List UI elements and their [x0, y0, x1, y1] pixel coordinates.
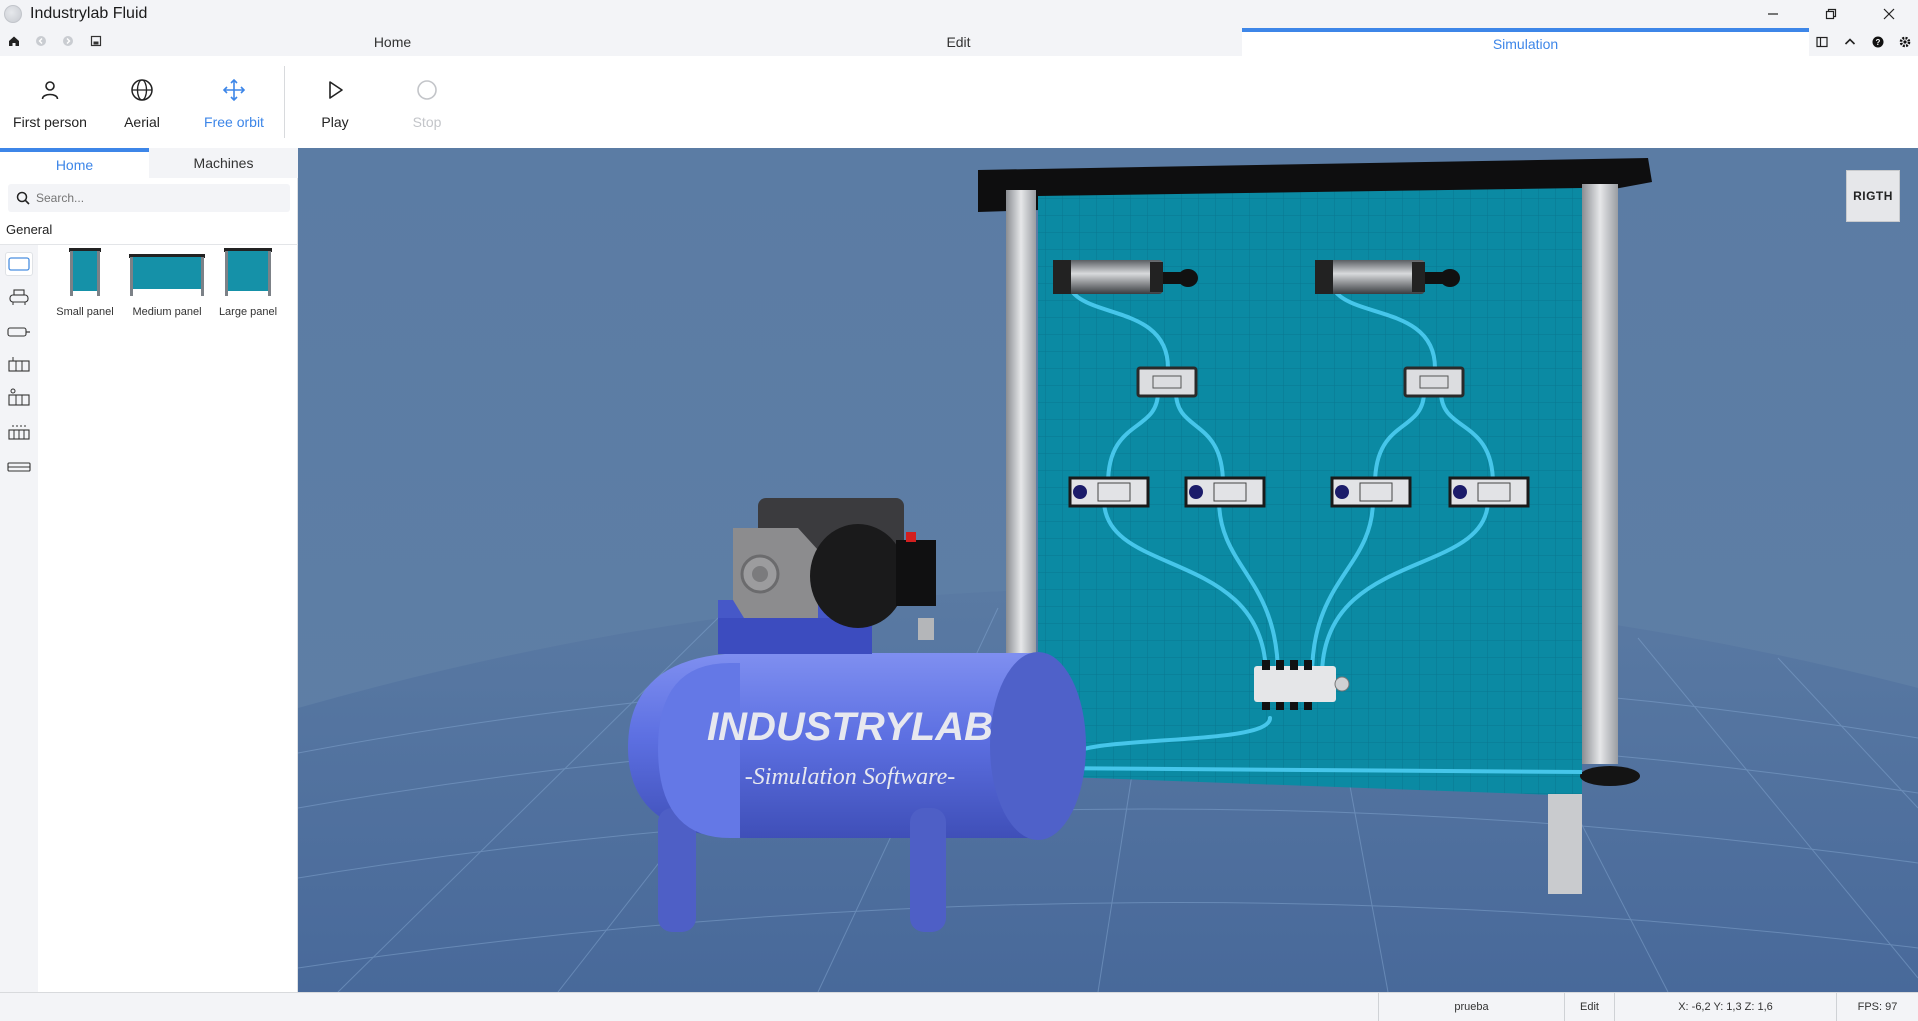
stop-button[interactable]: Stop	[387, 56, 467, 148]
settings-icon[interactable]	[1897, 34, 1913, 50]
project-name: prueba	[1378, 993, 1564, 1021]
category-rail	[0, 245, 38, 992]
shuttle-valve-left[interactable]	[1136, 366, 1198, 398]
search-icon	[16, 191, 30, 205]
help-icon[interactable]: ?	[1870, 34, 1886, 50]
ribbon: First person Aerial Free orbit Play Stop	[0, 56, 1918, 148]
main-tab-bar: Home Edit Simulation ?	[0, 28, 1918, 56]
library-panel: Home Machines General Sm	[0, 148, 298, 992]
library-item-small-panel[interactable]: Small panel	[45, 248, 125, 318]
compressor-category-icon[interactable]	[5, 285, 33, 309]
library-item-medium-panel[interactable]: Medium panel	[127, 248, 207, 318]
save-icon[interactable]	[88, 33, 104, 49]
valve-category-icon[interactable]	[5, 353, 33, 377]
person-icon	[39, 76, 61, 104]
globe-icon	[130, 76, 154, 104]
status-bar: prueba Edit X: -6,2 Y: 1,3 Z: 1,6 FPS: 9…	[0, 992, 1918, 1021]
app-logo-icon	[4, 5, 22, 23]
compressor-brand-text: INDUSTRYLAB	[707, 705, 993, 749]
camera-coordinates: X: -6,2 Y: 1,3 Z: 1,6	[1614, 993, 1836, 1021]
forward-icon[interactable]	[60, 33, 76, 49]
cylinder-category-icon[interactable]	[5, 320, 33, 344]
app-title: Industrylab Fluid	[30, 5, 148, 22]
category-title: General	[6, 222, 53, 237]
large-panel-thumbnail	[222, 248, 274, 298]
pushbutton-valve-1[interactable]	[1068, 476, 1150, 508]
panel-tab-machines[interactable]: Machines	[149, 148, 298, 178]
home-icon[interactable]	[6, 33, 22, 49]
aerial-button[interactable]: Aerial	[102, 56, 182, 148]
manifold-category-icon[interactable]	[5, 421, 33, 445]
panel-tab-home[interactable]: Home	[0, 148, 149, 178]
shuttle-valve-right[interactable]	[1403, 366, 1465, 398]
minimize-icon[interactable]	[1744, 0, 1802, 28]
scene-canvas[interactable]: INDUSTRYLAB -Simulation Software-	[298, 148, 1918, 992]
category-divider	[0, 244, 298, 245]
play-icon	[324, 76, 346, 104]
pushbutton-valve-4[interactable]	[1448, 476, 1530, 508]
panel-toggle-icon[interactable]	[1814, 34, 1830, 50]
back-icon[interactable]	[33, 33, 49, 49]
simulation-viewport[interactable]: INDUSTRYLAB -Simulation Software- RIGTH	[298, 148, 1918, 992]
free-orbit-button[interactable]: Free orbit	[194, 56, 274, 148]
tab-edit[interactable]: Edit	[675, 28, 1242, 56]
collapse-ribbon-icon[interactable]	[1842, 34, 1858, 50]
close-icon[interactable]	[1860, 0, 1918, 28]
panel-category-icon[interactable]	[5, 252, 33, 276]
svg-text:?: ?	[1876, 38, 1881, 47]
ribbon-separator	[284, 66, 285, 138]
pushbutton-valve-3[interactable]	[1330, 476, 1412, 508]
valve-set-category-icon[interactable]	[5, 386, 33, 410]
search-input[interactable]	[36, 191, 276, 205]
title-bar: Industrylab Fluid	[0, 0, 1918, 28]
mode-indicator: Edit	[1564, 993, 1614, 1021]
restore-icon[interactable]	[1802, 0, 1860, 28]
medium-panel-thumbnail	[128, 248, 206, 298]
search-box[interactable]	[8, 184, 290, 212]
stop-icon	[416, 76, 438, 104]
library-item-large-panel[interactable]: Large panel	[208, 248, 288, 318]
tab-simulation[interactable]: Simulation	[1242, 28, 1809, 56]
profile-category-icon[interactable]	[5, 455, 33, 479]
pushbutton-valve-2[interactable]	[1184, 476, 1266, 508]
first-person-button[interactable]: First person	[10, 56, 90, 148]
small-panel-thumbnail	[65, 248, 105, 298]
view-cube[interactable]: RIGTH	[1846, 170, 1900, 222]
tab-home[interactable]: Home	[110, 28, 675, 56]
fps-counter: FPS: 97	[1836, 993, 1918, 1021]
play-button[interactable]: Play	[295, 56, 375, 148]
move-arrows-icon	[222, 76, 246, 104]
compressor-tagline-text: -Simulation Software-	[745, 764, 955, 790]
